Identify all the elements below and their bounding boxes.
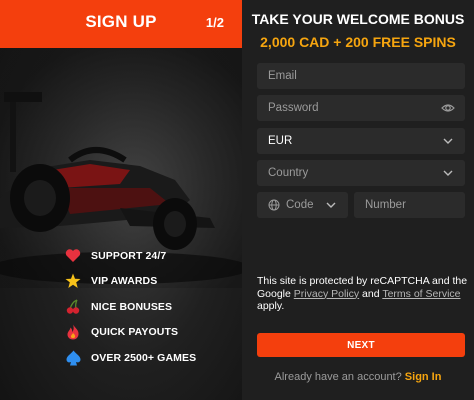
step-indicator: 1/2 <box>205 15 224 30</box>
recaptcha-and: and <box>359 287 383 300</box>
currency-select[interactable]: EUR <box>257 128 465 154</box>
recaptcha-apply: apply. <box>257 300 285 312</box>
feature-item-support: SUPPORT 24/7 <box>64 243 234 269</box>
email-placeholder: Email <box>268 70 297 82</box>
phone-code-placeholder: Code <box>286 199 314 211</box>
feature-item-vip: VIP AWARDS <box>64 269 234 295</box>
already-account-text: Already have an account? <box>274 371 402 383</box>
feature-label: SUPPORT 24/7 <box>91 249 167 262</box>
recaptcha-notice: This site is protected by reCAPTCHA and … <box>257 275 469 313</box>
star-icon <box>64 272 82 290</box>
currency-value: EUR <box>268 135 293 147</box>
country-select[interactable]: Country <box>257 160 465 186</box>
feature-item-bonuses: NICE BONUSES <box>64 294 234 320</box>
feature-list: SUPPORT 24/7 VIP AWARDS NICE BONUSES QUI… <box>64 243 234 371</box>
bonus-offer: 2,000 CAD + 200 FREE SPINS <box>260 34 456 50</box>
globe-icon <box>268 199 280 211</box>
privacy-policy-link[interactable]: Privacy Policy <box>294 288 359 300</box>
feature-item-games: OVER 2500+ GAMES <box>64 345 234 371</box>
password-field[interactable]: Password <box>257 95 465 121</box>
chevron-down-icon <box>443 138 453 144</box>
signup-form-panel: TAKE YOUR WELCOME BONUS 2,000 CAD + 200 … <box>242 0 474 400</box>
feature-item-payouts: QUICK PAYOUTS <box>64 320 234 346</box>
flame-icon <box>64 323 82 341</box>
signup-header: SIGN UP 1/2 <box>0 0 242 48</box>
chevron-down-icon <box>443 170 453 176</box>
phone-code-select[interactable]: Code <box>257 192 348 218</box>
welcome-title: TAKE YOUR WELCOME BONUS <box>251 11 465 27</box>
feature-label: QUICK PAYOUTS <box>91 326 179 339</box>
terms-of-service-link[interactable]: Terms of Service <box>382 288 460 300</box>
promo-panel: SIGN UP 1/2 SUPPORT 24/7 VIP AWARDS NICE… <box>0 0 242 400</box>
phone-number-placeholder: Number <box>365 199 406 211</box>
heart-icon <box>64 247 82 265</box>
feature-label: NICE BONUSES <box>91 300 173 313</box>
next-button[interactable]: NEXT <box>257 333 465 357</box>
eye-icon[interactable] <box>441 101 455 115</box>
chevron-down-icon <box>326 202 336 208</box>
sign-in-link[interactable]: Sign In <box>405 371 442 383</box>
spade-icon <box>64 349 82 367</box>
email-field[interactable]: Email <box>257 63 465 89</box>
feature-label: VIP AWARDS <box>91 275 158 288</box>
feature-label: OVER 2500+ GAMES <box>91 351 197 364</box>
country-placeholder: Country <box>268 167 309 179</box>
signin-prompt: Already have an account? Sign In <box>242 371 474 383</box>
phone-number-field[interactable]: Number <box>354 192 465 218</box>
password-placeholder: Password <box>268 102 319 114</box>
cherries-icon <box>64 298 82 316</box>
